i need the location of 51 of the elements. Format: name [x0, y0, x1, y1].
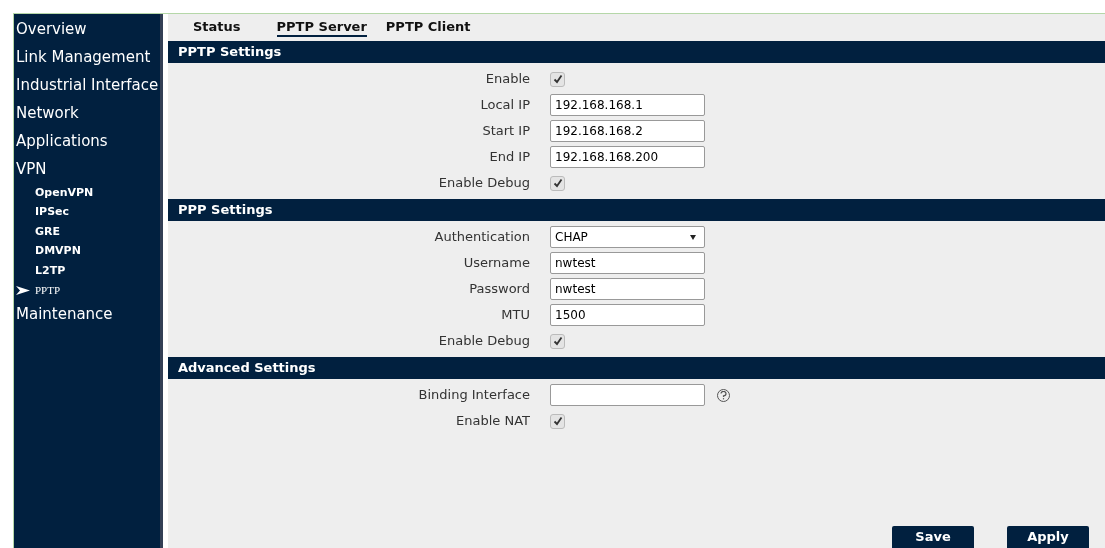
- checkmark-icon: [552, 178, 563, 188]
- field-label: Password: [468, 280, 531, 299]
- action-button[interactable]: Apply: [1007, 526, 1089, 548]
- text-field[interactable]: [550, 384, 705, 406]
- checkbox[interactable]: [550, 175, 565, 191]
- menu-item[interactable]: Applications: [14, 127, 160, 155]
- submenu-item[interactable]: DMVPN: [14, 241, 160, 261]
- action-button[interactable]: Save: [892, 526, 974, 548]
- section-header: Advanced Settings: [168, 357, 1105, 379]
- menu-item[interactable]: Industrial Interface: [14, 71, 160, 99]
- text-field[interactable]: 1500: [550, 304, 705, 326]
- submenu-item[interactable]: L2TP: [14, 261, 160, 281]
- tab[interactable]: Status: [193, 18, 241, 37]
- text-field[interactable]: 192.168.168.1: [550, 94, 705, 116]
- field-label: Enable Debug: [437, 174, 531, 193]
- checkmark-icon: [552, 74, 563, 84]
- menu-item[interactable]: VPN: [14, 155, 160, 183]
- field-label: Enable: [484, 70, 531, 89]
- text-field[interactable]: 192.168.168.2: [550, 120, 705, 142]
- field-label: Username: [462, 254, 531, 273]
- checkmark-icon: [552, 416, 563, 426]
- submenu-item[interactable]: IPSec: [14, 202, 160, 222]
- menu-item[interactable]: Link Management: [14, 43, 160, 71]
- submenu-item[interactable]: GRE: [14, 222, 160, 242]
- submenu-item[interactable]: PPTP: [14, 280, 160, 300]
- dropdown-caret-icon: [690, 234, 696, 240]
- text-field[interactable]: nwtest: [550, 252, 705, 274]
- tab[interactable]: PPTP Client: [385, 18, 471, 37]
- menu-item[interactable]: Network: [14, 99, 160, 127]
- field-label: Start IP: [481, 122, 531, 141]
- field-label: Enable Debug: [437, 332, 531, 351]
- field-label: MTU: [500, 306, 531, 325]
- checkbox[interactable]: [550, 413, 565, 429]
- text-field[interactable]: nwtest: [550, 278, 705, 300]
- field-label: Local IP: [479, 96, 531, 115]
- submenu-item[interactable]: OpenVPN: [14, 183, 160, 203]
- checkmark-icon: [552, 336, 563, 346]
- select-field[interactable]: CHAP: [550, 226, 705, 248]
- field-label: Enable NAT: [455, 412, 531, 431]
- field-label: End IP: [488, 148, 531, 167]
- section-header: PPTP Settings: [168, 41, 1105, 63]
- pointer-arrow-icon: [16, 285, 30, 295]
- section-header: PPP Settings: [168, 199, 1105, 221]
- field-label: Authentication: [433, 228, 531, 247]
- menu-item[interactable]: Overview: [14, 15, 160, 43]
- checkbox[interactable]: [550, 333, 565, 349]
- checkbox[interactable]: [550, 71, 565, 87]
- text-field[interactable]: 192.168.168.200: [550, 146, 705, 168]
- tab[interactable]: PPTP Server: [276, 18, 367, 37]
- menu-item[interactable]: Maintenance: [14, 300, 160, 328]
- field-label: Binding Interface: [417, 386, 531, 405]
